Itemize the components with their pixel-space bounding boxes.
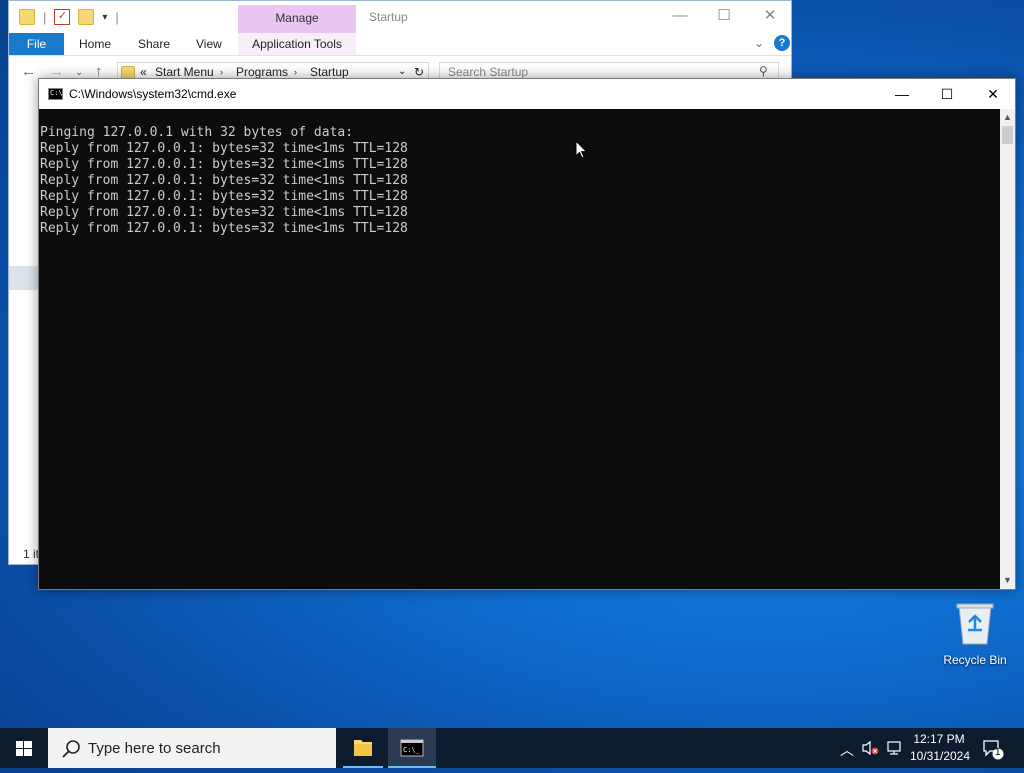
console-line: Reply from 127.0.0.1: bytes=32 time<1ms … (40, 141, 408, 156)
clock-time[interactable]: 12:17 PM (910, 732, 968, 746)
properties-icon[interactable]: ✓ (54, 9, 71, 25)
tab-file[interactable]: File (9, 33, 64, 55)
tab-share[interactable]: Share (138, 33, 170, 55)
volume-muted-icon[interactable] (862, 740, 880, 759)
clock-date[interactable]: 10/31/2024 (904, 749, 976, 763)
taskbar-search-placeholder: Type here to search (88, 740, 221, 757)
console-line: Reply from 127.0.0.1: bytes=32 time<1ms … (40, 157, 408, 172)
recent-locations-icon[interactable]: ⌄ (75, 67, 83, 78)
taskbar-cmd[interactable]: C:\_ (388, 728, 436, 768)
console-output[interactable]: Pinging 127.0.0.1 with 32 bytes of data:… (39, 109, 1000, 589)
divider: | (43, 9, 47, 25)
tab-home[interactable]: Home (79, 33, 111, 55)
recycle-bin-label: Recycle Bin (943, 653, 1007, 667)
taskbar-file-explorer[interactable] (343, 728, 383, 768)
minimize-button[interactable]: — (657, 7, 703, 24)
chevron-up-icon[interactable]: ︿ (840, 740, 854, 760)
start-button[interactable] (0, 728, 48, 768)
tab-view[interactable]: View (196, 33, 222, 55)
console-line: Reply from 127.0.0.1: bytes=32 time<1ms … (40, 205, 408, 220)
divider: | (115, 9, 119, 25)
new-folder-icon[interactable] (78, 9, 95, 25)
close-button[interactable]: ✕ (970, 79, 1016, 109)
status-bar-item-count: 1 it (23, 547, 40, 561)
recycle-bin-desktop-icon[interactable]: Recycle Bin (942, 600, 1008, 667)
scroll-down-arrow-icon[interactable]: ▼ (1000, 573, 1015, 587)
search-icon (62, 740, 80, 758)
scroll-up-arrow-icon[interactable]: ▲ (1000, 110, 1015, 124)
svg-text:C:\_: C:\_ (403, 746, 421, 754)
maximize-button[interactable]: ☐ (701, 6, 747, 24)
recycle-bin-icon (956, 603, 994, 645)
folder-icon[interactable] (19, 9, 35, 25)
window-title: Startup (369, 10, 408, 24)
quick-access-toolbar: | ✓ ▾ | (9, 1, 255, 33)
mouse-pointer-icon (575, 140, 588, 159)
minimize-button[interactable]: — (879, 79, 925, 109)
console-line: Reply from 127.0.0.1: bytes=32 time<1ms … (40, 189, 408, 204)
maximize-button[interactable]: ☐ (924, 79, 970, 109)
cmd-app-icon[interactable]: C:\ (48, 88, 63, 100)
cmd-window-title: C:\Windows\system32\cmd.exe (69, 87, 237, 101)
tab-application-tools[interactable]: Application Tools (238, 33, 356, 55)
close-button[interactable]: ✕ (747, 6, 793, 24)
customize-toolbar-icon[interactable]: ▾ (102, 12, 107, 23)
search-icon: ⚲ (759, 64, 768, 78)
expand-ribbon-icon[interactable]: ⌄ (754, 36, 764, 50)
ribbon-tabs (9, 33, 791, 56)
windows-logo-icon (16, 741, 32, 756)
nav-pane-selected-item[interactable] (9, 266, 39, 290)
action-center-button[interactable]: 1 (982, 738, 1004, 760)
manage-label: Manage (275, 11, 319, 25)
notification-count: 1 (995, 747, 1001, 758)
folder-icon (354, 740, 372, 756)
console-line: Reply from 127.0.0.1: bytes=32 time<1ms … (40, 173, 408, 188)
help-icon[interactable]: ? (774, 35, 790, 51)
console-line: Pinging 127.0.0.1 with 32 bytes of data: (40, 125, 354, 140)
console-line: Reply from 127.0.0.1: bytes=32 time<1ms … (40, 221, 408, 236)
vertical-scrollbar[interactable] (1000, 109, 1015, 589)
cmd-icon: C:\_ (400, 739, 424, 757)
scroll-thumb[interactable] (1002, 126, 1013, 144)
network-icon[interactable] (886, 740, 904, 759)
cmd-window[interactable]: C:\ C:\Windows\system32\cmd.exe — ☐ ✕ Pi… (38, 78, 1016, 590)
back-arrow-icon[interactable]: ← (21, 63, 36, 80)
